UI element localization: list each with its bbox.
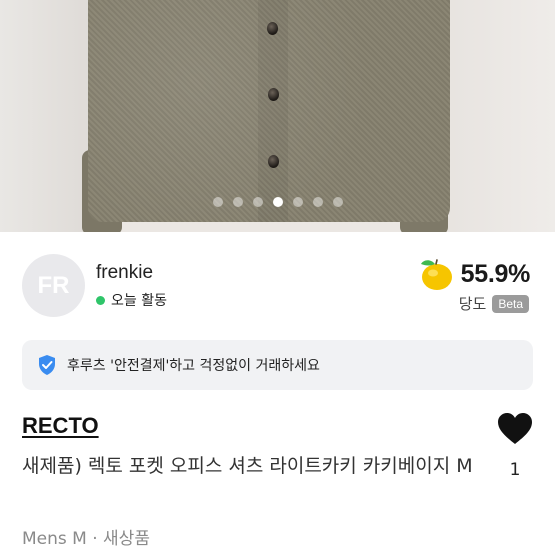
lemon-icon (420, 259, 452, 290)
pager-dot[interactable] (252, 197, 263, 207)
seller-section[interactable]: FR frenkie 오늘 활동 55.9% 당도 Beta (0, 232, 555, 332)
rating-word: 당도 (458, 295, 487, 313)
sweetness-rating[interactable]: 55.9% (417, 256, 530, 292)
online-dot-icon (96, 295, 105, 305)
seller-status: 오늘 활동 (96, 290, 167, 310)
rating-value: 55.9% (460, 259, 531, 288)
product-photo[interactable] (0, 0, 555, 232)
avatar[interactable]: FR (22, 254, 85, 317)
rating-label: 당도 Beta (459, 293, 529, 314)
product-title: 새제품) 렉토 포켓 오피스 셔츠 라이트카키 카키베이지 M (22, 455, 473, 477)
pager-dot[interactable] (232, 197, 243, 207)
pager-dot[interactable] (212, 197, 223, 207)
banner-text: 후루츠 '안전결제'하고 걱정없이 거래하세요 (67, 358, 320, 374)
seller-status-text: 오늘 활동 (111, 293, 167, 309)
pager-dot[interactable] (292, 197, 303, 207)
product-meta: Mens M · 새상품 (22, 529, 150, 549)
pager-dot[interactable] (312, 197, 323, 207)
beta-badge: Beta (492, 294, 529, 313)
garment-button (268, 88, 279, 101)
gallery-pager[interactable] (0, 196, 555, 208)
pager-dot-active[interactable] (272, 197, 283, 207)
garment-button (267, 22, 278, 35)
seller-name[interactable]: frenkie (96, 262, 153, 284)
heart-icon[interactable] (497, 412, 533, 446)
brand-link[interactable]: RECTO (22, 413, 99, 439)
shield-check-icon (39, 355, 55, 375)
garment-button (268, 155, 279, 168)
safe-payment-banner[interactable]: 후루츠 '안전결제'하고 걱정없이 거래하세요 (22, 340, 533, 390)
pager-dot[interactable] (332, 197, 343, 207)
like-count: 1 (509, 460, 521, 480)
